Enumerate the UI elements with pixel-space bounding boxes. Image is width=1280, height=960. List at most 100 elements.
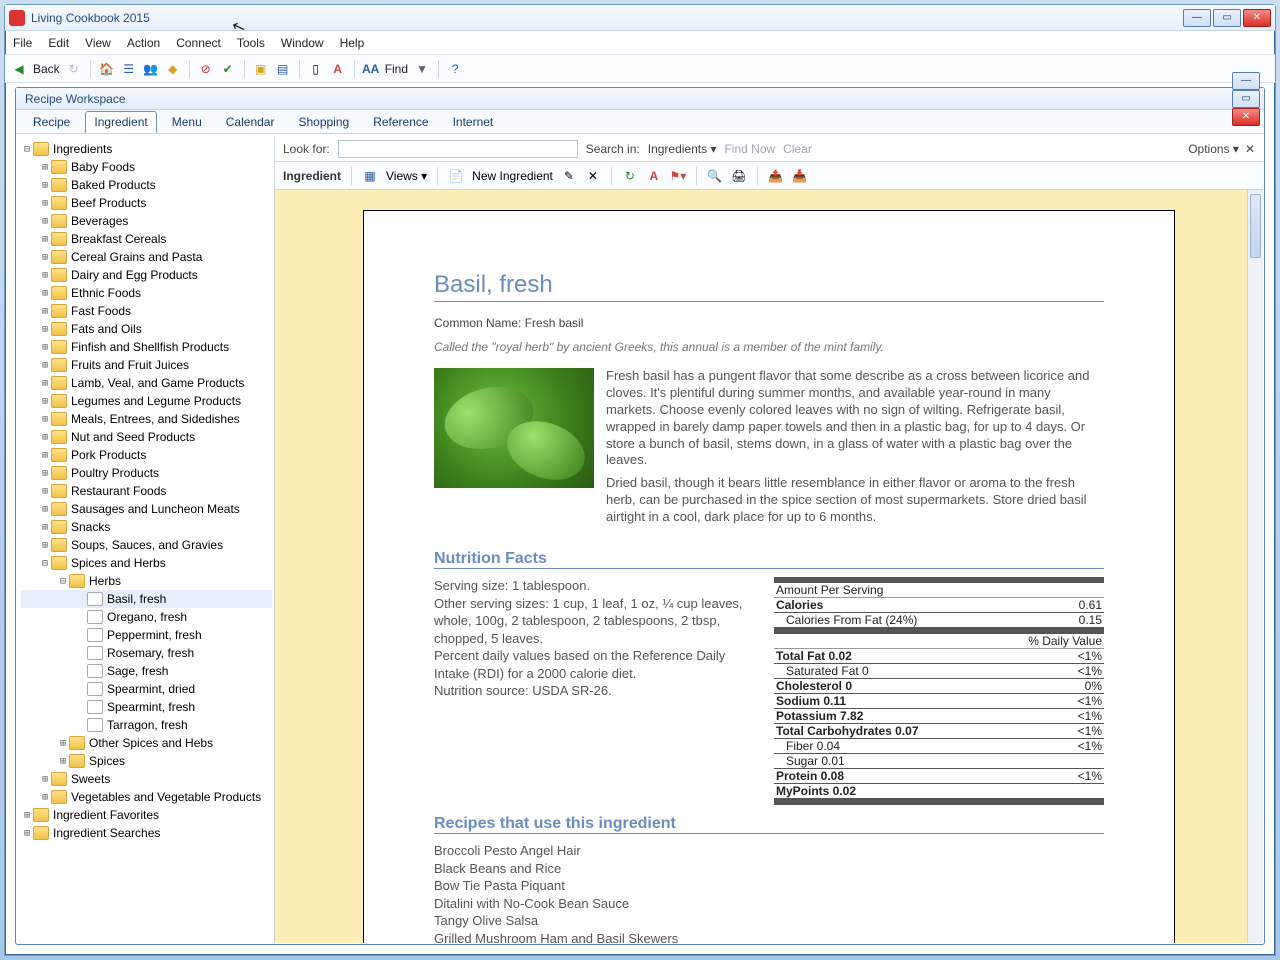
tree-item[interactable]: ⊞Finfish and Shellfish Products: [21, 338, 272, 356]
people-icon[interactable]: 👥: [143, 61, 159, 77]
tree-item[interactable]: ⊞Beverages: [21, 212, 272, 230]
tree-item[interactable]: ⊞Cereal Grains and Pasta: [21, 248, 272, 266]
refresh-icon[interactable]: ↻: [622, 168, 638, 184]
tree-item[interactable]: Basil, fresh: [21, 590, 272, 608]
edit-icon[interactable]: ✎: [561, 168, 577, 184]
tab-shopping[interactable]: Shopping: [289, 111, 358, 133]
recipe-link[interactable]: Tangy Olive Salsa: [434, 912, 1104, 930]
search-close-icon[interactable]: ✕: [1245, 142, 1255, 156]
ws-maximize-button[interactable]: ▭: [1232, 90, 1260, 108]
tree-item[interactable]: ⊞Spices: [21, 752, 272, 770]
tree-item[interactable]: ⊞Fruits and Fruit Juices: [21, 356, 272, 374]
font-color-icon[interactable]: A: [646, 168, 662, 184]
tree-item[interactable]: ⊟Herbs: [21, 572, 272, 590]
tree-item[interactable]: ⊞Breakfast Cereals: [21, 230, 272, 248]
look-for-input[interactable]: [338, 140, 578, 158]
tree-item[interactable]: ⊞Vegetables and Vegetable Products: [21, 788, 272, 806]
back-icon[interactable]: ◀: [11, 61, 27, 77]
tab-ingredient[interactable]: Ingredient: [85, 111, 156, 133]
tree-item[interactable]: ⊞Snacks: [21, 518, 272, 536]
recipe-link[interactable]: Ditalini with No-Cook Bean Sauce: [434, 895, 1104, 913]
flag-icon[interactable]: ⚑▾: [670, 168, 686, 184]
filter-icon[interactable]: ▼: [414, 61, 430, 77]
tree-item[interactable]: Sage, fresh: [21, 662, 272, 680]
home-icon[interactable]: 🏠: [99, 61, 115, 77]
tree-item[interactable]: Oregano, fresh: [21, 608, 272, 626]
export-icon[interactable]: 📤: [768, 168, 784, 184]
views-icon[interactable]: ▦: [362, 168, 378, 184]
tree-item[interactable]: ⊟Ingredients: [21, 140, 272, 158]
help-icon[interactable]: ?: [447, 61, 463, 77]
tree-item[interactable]: ⊞Restaurant Foods: [21, 482, 272, 500]
tab-recipe[interactable]: Recipe: [24, 111, 79, 133]
tree-item[interactable]: ⊞Other Spices and Hebs: [21, 734, 272, 752]
find-now-button[interactable]: Find Now: [724, 142, 775, 156]
import-icon[interactable]: 📥: [792, 168, 808, 184]
tab-reference[interactable]: Reference: [364, 111, 437, 133]
tree-item[interactable]: ⊞Fast Foods: [21, 302, 272, 320]
find-icon[interactable]: AA: [363, 61, 379, 77]
tree-item[interactable]: ⊞Meals, Entrees, and Sidedishes: [21, 410, 272, 428]
minimize-button[interactable]: —: [1183, 9, 1211, 27]
menu-connect[interactable]: Connect: [176, 36, 221, 50]
print-icon[interactable]: 🖨: [731, 168, 747, 184]
tag-icon[interactable]: ◆: [165, 61, 181, 77]
vertical-scrollbar[interactable]: [1247, 190, 1263, 943]
recipe-link[interactable]: Broccoli Pesto Angel Hair: [434, 842, 1104, 860]
tree-item[interactable]: Spearmint, dried: [21, 680, 272, 698]
ws-minimize-button[interactable]: —: [1232, 72, 1260, 90]
font-icon[interactable]: A: [330, 61, 346, 77]
tab-menu[interactable]: Menu: [163, 111, 211, 133]
tree-item[interactable]: ⊞Ingredient Searches: [21, 824, 272, 842]
tree-item[interactable]: ⊞Sweets: [21, 770, 272, 788]
tree-item[interactable]: ⊞Dairy and Egg Products: [21, 266, 272, 284]
tree-item[interactable]: ⊞Legumes and Legume Products: [21, 392, 272, 410]
menu-edit[interactable]: Edit: [48, 36, 69, 50]
tree-item[interactable]: ⊞Poultry Products: [21, 464, 272, 482]
doc-icon[interactable]: ▯: [308, 61, 324, 77]
clear-button[interactable]: Clear: [783, 142, 812, 156]
preview-icon[interactable]: 🔍: [707, 168, 723, 184]
tree-item[interactable]: ⊞Ingredient Favorites: [21, 806, 272, 824]
tree-item[interactable]: ⊞Baby Foods: [21, 158, 272, 176]
tree-item[interactable]: Tarragon, fresh: [21, 716, 272, 734]
menu-help[interactable]: Help: [340, 36, 365, 50]
tree-item[interactable]: ⊞Beef Products: [21, 194, 272, 212]
recipe-link[interactable]: Bow Tie Pasta Piquant: [434, 877, 1104, 895]
maximize-button[interactable]: ▭: [1213, 9, 1241, 27]
scrollbar-thumb[interactable]: [1250, 194, 1261, 258]
close-button[interactable]: ✕: [1243, 9, 1271, 27]
content-scroll[interactable]: Basil, fresh Common Name: Fresh basil Ca…: [275, 190, 1263, 943]
tree-item[interactable]: ⊞Sausages and Luncheon Meats: [21, 500, 272, 518]
new-ingredient-button[interactable]: New Ingredient: [472, 169, 553, 183]
options-dropdown[interactable]: Options ▾: [1188, 142, 1239, 156]
tree-item[interactable]: Peppermint, fresh: [21, 626, 272, 644]
recipe-link[interactable]: Black Beans and Rice: [434, 860, 1104, 878]
find-button[interactable]: Find: [385, 62, 408, 76]
list-icon[interactable]: ☰: [121, 61, 137, 77]
tree-item[interactable]: Rosemary, fresh: [21, 644, 272, 662]
menu-file[interactable]: File: [13, 36, 32, 50]
tree-item[interactable]: ⊟Spices and Herbs: [21, 554, 272, 572]
menu-action[interactable]: Action: [127, 36, 160, 50]
tree-item[interactable]: Spearmint, fresh: [21, 698, 272, 716]
views-dropdown[interactable]: Views ▾: [386, 169, 427, 183]
back-button[interactable]: Back: [33, 62, 60, 76]
tree-item[interactable]: ⊞Baked Products: [21, 176, 272, 194]
menu-tools[interactable]: Tools: [237, 36, 265, 50]
menu-view[interactable]: View: [85, 36, 111, 50]
tree-item[interactable]: ⊞Pork Products: [21, 446, 272, 464]
ws-close-button[interactable]: ✕: [1232, 108, 1260, 126]
forward-icon[interactable]: ↻: [66, 61, 82, 77]
tab-internet[interactable]: Internet: [444, 111, 503, 133]
tab-calendar[interactable]: Calendar: [217, 111, 284, 133]
recipe-link[interactable]: Grilled Mushroom Ham and Basil Skewers: [434, 930, 1104, 943]
tree-item[interactable]: ⊞Lamb, Veal, and Game Products: [21, 374, 272, 392]
search-scope-dropdown[interactable]: Ingredients ▾: [648, 142, 717, 156]
window-icon[interactable]: ▤: [275, 61, 291, 77]
tree-item[interactable]: ⊞Fats and Oils: [21, 320, 272, 338]
tree-item[interactable]: ⊞Nut and Seed Products: [21, 428, 272, 446]
tree-item[interactable]: ⊞Soups, Sauces, and Gravies: [21, 536, 272, 554]
tree-item[interactable]: ⊞Ethnic Foods: [21, 284, 272, 302]
check-icon[interactable]: ✔: [220, 61, 236, 77]
